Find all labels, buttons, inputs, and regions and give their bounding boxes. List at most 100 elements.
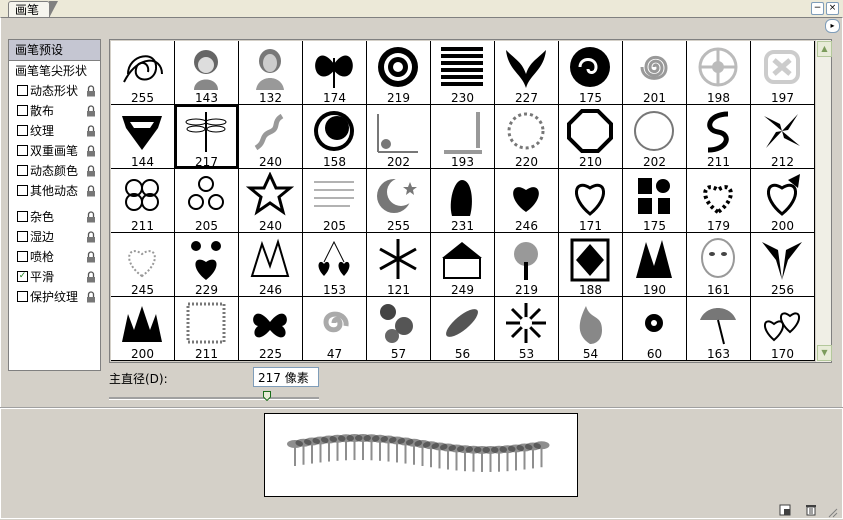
brush-preset-tile[interactable]: 230	[431, 41, 494, 104]
lock-icon[interactable]	[86, 105, 96, 117]
trash-icon[interactable]	[805, 504, 817, 516]
brush-preset-tile[interactable]: 188	[559, 233, 622, 296]
brush-preset-tile[interactable]: 212	[751, 105, 814, 168]
sidebar-item-8[interactable]: 杂色	[9, 207, 100, 227]
brush-preset-tile[interactable]: 246	[239, 233, 302, 296]
brush-preset-tile[interactable]: 132	[239, 41, 302, 104]
brush-preset-tile[interactable]: 153	[303, 233, 366, 296]
checkbox[interactable]	[17, 185, 28, 196]
brush-preset-tile[interactable]: 205	[303, 169, 366, 232]
brush-preset-tile[interactable]: 197	[751, 41, 814, 104]
sidebar-item-4[interactable]: 纹理	[9, 121, 100, 141]
brush-preset-tile[interactable]: 202	[623, 105, 686, 168]
brush-preset-tile[interactable]: 158	[303, 105, 366, 168]
brush-preset-tile[interactable]: 229	[175, 233, 238, 296]
checkbox[interactable]	[17, 165, 28, 176]
lock-icon[interactable]	[86, 145, 96, 157]
tab-brushes[interactable]: 画笔	[8, 1, 59, 18]
sidebar-item-5[interactable]: 双重画笔	[9, 141, 100, 161]
brush-preset-tile[interactable]: 54	[559, 297, 622, 360]
brush-preset-tile[interactable]: 240	[239, 169, 302, 232]
checkbox[interactable]	[17, 145, 28, 156]
brush-preset-tile[interactable]: 57	[367, 297, 430, 360]
sidebar-item-11[interactable]: ✓ 平滑	[9, 267, 100, 287]
minimize-button[interactable]: −	[811, 2, 824, 15]
lock-icon[interactable]	[86, 211, 96, 223]
brush-preset-tile[interactable]: 227	[495, 41, 558, 104]
brush-preset-tile[interactable]: 205	[175, 169, 238, 232]
brush-preset-tile[interactable]: 217	[175, 105, 238, 168]
brush-preset-tile[interactable]: 231	[431, 169, 494, 232]
brush-preset-tile[interactable]: 163	[687, 297, 750, 360]
lock-icon[interactable]	[86, 85, 96, 97]
brush-preset-tile[interactable]: 53	[495, 297, 558, 360]
diameter-input[interactable]: 217 像素	[253, 367, 319, 387]
brush-preset-tile[interactable]: 220	[495, 105, 558, 168]
brush-preset-tile[interactable]: 245	[111, 233, 174, 296]
vertical-scrollbar[interactable]: ▲ ▼	[816, 40, 832, 362]
brush-preset-tile[interactable]: 255	[367, 169, 430, 232]
brush-preset-tile[interactable]: 193	[431, 105, 494, 168]
checkbox[interactable]	[17, 231, 28, 242]
close-button[interactable]: ×	[826, 2, 839, 15]
brush-preset-tile[interactable]: 201	[623, 41, 686, 104]
sidebar-item-3[interactable]: 散布	[9, 101, 100, 121]
lock-icon[interactable]	[86, 271, 96, 283]
sidebar-item-0[interactable]: 画笔预设	[9, 40, 100, 61]
sidebar-item-10[interactable]: 喷枪	[9, 247, 100, 267]
sidebar-item-12[interactable]: 保护纹理	[9, 287, 100, 307]
brush-preset-tile[interactable]: 202	[367, 105, 430, 168]
brush-preset-tile[interactable]: 56	[431, 297, 494, 360]
lock-icon[interactable]	[86, 185, 96, 197]
brush-preset-tile[interactable]: 255	[111, 41, 174, 104]
checkbox[interactable]	[17, 125, 28, 136]
brush-preset-tile[interactable]: 200	[751, 169, 814, 232]
brush-preset-tile[interactable]: 211	[111, 169, 174, 232]
lock-icon[interactable]	[86, 165, 96, 177]
brush-preset-tile[interactable]: 249	[431, 233, 494, 296]
brush-preset-tile[interactable]: 240	[239, 105, 302, 168]
diameter-slider-thumb[interactable]	[262, 391, 271, 401]
brush-preset-tile[interactable]: 179	[687, 169, 750, 232]
sidebar-item-6[interactable]: 动态颜色	[9, 161, 100, 181]
brush-preset-tile[interactable]: 175	[559, 41, 622, 104]
panel-menu-button[interactable]: ▸	[825, 19, 840, 33]
sidebar-item-7[interactable]: 其他动态	[9, 181, 100, 201]
brush-preset-tile[interactable]: 211	[175, 297, 238, 360]
lock-icon[interactable]	[86, 251, 96, 263]
brush-preset-tile[interactable]: 225	[239, 297, 302, 360]
brush-preset-tile[interactable]: 256	[751, 233, 814, 296]
brush-preset-tile[interactable]: 190	[623, 233, 686, 296]
sidebar-item-9[interactable]: 湿边	[9, 227, 100, 247]
sidebar-item-1[interactable]: 画笔笔尖形状	[9, 61, 100, 81]
brush-preset-tile[interactable]: 198	[687, 41, 750, 104]
checked-checkbox[interactable]: ✓	[17, 271, 28, 282]
checkbox[interactable]	[17, 85, 28, 96]
brush-preset-tile[interactable]: 60	[623, 297, 686, 360]
checkbox[interactable]	[17, 105, 28, 116]
brush-preset-tile[interactable]: 161	[687, 233, 750, 296]
resize-grip-icon[interactable]	[826, 506, 838, 518]
brush-preset-tile[interactable]: 170	[751, 297, 814, 360]
scroll-up-arrow-icon[interactable]: ▲	[817, 41, 832, 57]
brush-preset-tile[interactable]: 47	[303, 297, 366, 360]
checkbox[interactable]	[17, 251, 28, 262]
sidebar-item-2[interactable]: 动态形状	[9, 81, 100, 101]
diameter-slider-track[interactable]	[109, 397, 319, 400]
brush-preset-tile[interactable]: 246	[495, 169, 558, 232]
brush-preset-tile[interactable]: 210	[559, 105, 622, 168]
lock-icon[interactable]	[86, 231, 96, 243]
brush-preset-tile[interactable]: 219	[495, 233, 558, 296]
brush-preset-tile[interactable]: 144	[111, 105, 174, 168]
brush-preset-tile[interactable]: 174	[303, 41, 366, 104]
lock-icon[interactable]	[86, 125, 96, 137]
brush-preset-tile[interactable]: 121	[367, 233, 430, 296]
lock-icon[interactable]	[86, 291, 96, 303]
scroll-down-arrow-icon[interactable]: ▼	[817, 345, 832, 361]
new-preset-icon[interactable]	[779, 504, 791, 516]
brush-preset-tile[interactable]: 211	[687, 105, 750, 168]
brush-preset-tile[interactable]: 143	[175, 41, 238, 104]
checkbox[interactable]	[17, 291, 28, 302]
checkbox[interactable]	[17, 211, 28, 222]
brush-preset-tile[interactable]: 171	[559, 169, 622, 232]
